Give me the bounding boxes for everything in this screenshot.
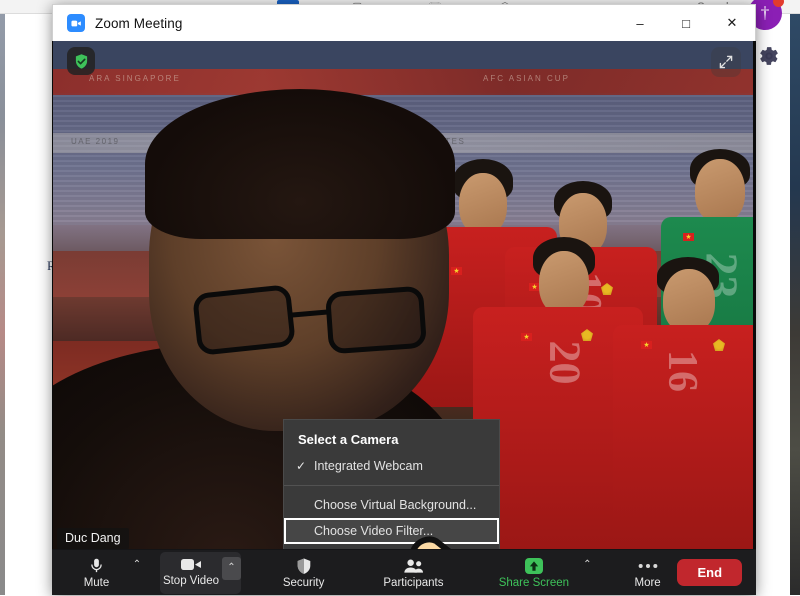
security-button[interactable]: Security	[274, 550, 334, 596]
camera-icon	[180, 554, 202, 573]
security-label: Security	[283, 577, 325, 589]
mute-label: Mute	[84, 577, 110, 589]
stop-video-label: Stop Video	[163, 575, 219, 587]
banner-text-right: AFC ASIAN CUP	[483, 74, 570, 83]
zoom-meeting-window: Zoom Meeting – □ ✕ ARA SINGAPORE AFC ASI…	[52, 4, 756, 595]
toolbar-group-audio: Mute ⌃	[65, 550, 146, 596]
shield-icon	[295, 556, 313, 575]
more-button[interactable]: More	[618, 550, 678, 596]
audio-options-caret[interactable]: ⌃	[127, 550, 146, 596]
avatar-initial: †	[761, 3, 770, 23]
player-number-16: 16	[658, 350, 706, 392]
player-number-20: 20	[540, 341, 591, 385]
share-up-arrow-icon	[523, 556, 545, 575]
camera-context-menu: Select a Camera ✓ Integrated Webcam Choo…	[283, 419, 500, 549]
fullscreen-arrows-icon[interactable]	[711, 47, 741, 77]
zoom-camera-icon	[67, 14, 85, 32]
chevron-up-icon: ⌃	[583, 559, 591, 570]
mute-button[interactable]: Mute	[65, 550, 127, 596]
minimize-button[interactable]: –	[617, 5, 663, 41]
window-titlebar[interactable]: Zoom Meeting – □ ✕	[52, 4, 756, 41]
maximize-button[interactable]: □	[663, 5, 709, 41]
end-meeting-button[interactable]: End	[677, 559, 742, 586]
share-screen-label: Share Screen	[499, 577, 569, 589]
people-icon	[403, 556, 424, 575]
background-left-strip	[0, 14, 5, 595]
ellipsis-icon	[637, 556, 659, 575]
glasses-lens-right	[325, 286, 427, 355]
toolbar-group-video: Stop Video ⌃	[160, 552, 241, 594]
menu-separator	[284, 485, 499, 486]
banner-text-left: ARA SINGAPORE	[89, 74, 181, 83]
check-icon: ✓	[296, 459, 306, 473]
participants-label: Participants	[383, 577, 443, 589]
banner-mid-text-left: UAE 2019	[71, 137, 119, 146]
menu-item-integrated-webcam[interactable]: ✓ Integrated Webcam	[284, 453, 499, 479]
chevron-up-icon: ⌃	[133, 559, 141, 570]
share-options-caret[interactable]: ⌃	[578, 550, 596, 596]
chevron-up-icon: ⌃	[227, 562, 235, 573]
microphone-icon	[88, 556, 105, 575]
stop-video-button[interactable]: Stop Video	[160, 548, 222, 594]
participant-hair	[145, 89, 455, 239]
window-title: Zoom Meeting	[95, 16, 183, 31]
participant-glasses	[195, 289, 425, 355]
participant-name-label: Duc Dang	[57, 528, 129, 549]
background-right-strip	[790, 14, 800, 595]
gear-icon[interactable]	[758, 45, 780, 67]
close-button[interactable]: ✕	[709, 5, 755, 41]
menu-item-choose-virtual-background[interactable]: Choose Virtual Background...	[284, 492, 499, 518]
participants-button[interactable]: Participants	[372, 550, 455, 596]
share-screen-button[interactable]: Share Screen	[490, 550, 579, 596]
context-menu-header: Select a Camera	[284, 426, 499, 453]
more-label: More	[634, 577, 660, 589]
meeting-toolbar: Mute ⌃ Stop Video ⌃	[52, 549, 756, 595]
video-options-caret[interactable]: ⌃	[222, 557, 241, 580]
menu-item-choose-video-filter[interactable]: Choose Video Filter...	[284, 518, 499, 544]
window-controls: – □ ✕	[617, 5, 755, 41]
glasses-lens-left	[192, 284, 296, 356]
glasses-bridge	[291, 309, 329, 317]
menu-item-label: Integrated Webcam	[314, 459, 423, 473]
video-stage: ARA SINGAPORE AFC ASIAN CUP UAE 2019 EMI…	[52, 41, 756, 549]
green-shield-check-icon[interactable]	[67, 47, 95, 75]
